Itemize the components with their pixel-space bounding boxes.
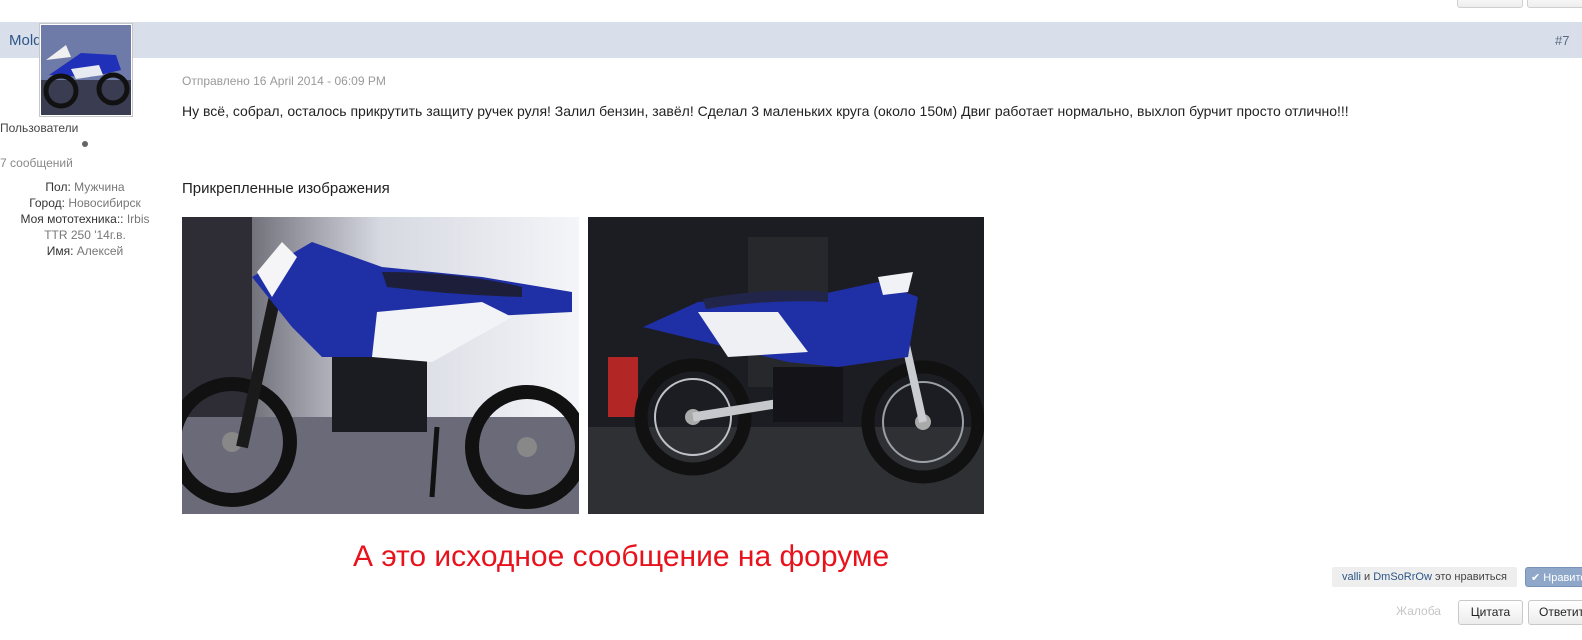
like-user-link[interactable]: valli — [1342, 571, 1361, 583]
like-user-link[interactable]: DmSoRrOw — [1373, 571, 1432, 583]
online-status-dot — [82, 141, 88, 147]
post-number-link[interactable]: #7 — [1555, 33, 1569, 48]
post-count: 7 сообщений — [0, 156, 73, 170]
attachment-image-2[interactable] — [588, 217, 984, 514]
reply-button[interactable]: Ответить — [1528, 600, 1582, 625]
profile-field-gender: Пол: Мужчина — [45, 180, 125, 194]
post-header: Moldovanin #7 — [0, 22, 1582, 58]
member-group: Пользователи — [0, 121, 79, 135]
top-button-left[interactable] — [1457, 0, 1523, 8]
attachment-image-1[interactable] — [182, 217, 579, 514]
profile-fields: Пол: Мужчина Город: Новосибирск Моя мото… — [14, 179, 156, 259]
attachments-heading: Прикрепленные изображения — [182, 180, 390, 197]
report-link[interactable]: Жалоба — [1396, 604, 1441, 618]
profile-field-vehicle: Моя мототехника:: Irbis TTR 250 '14г.в. — [20, 212, 150, 242]
likes-summary: valli и DmSoRrOw это нравиться — [1332, 567, 1517, 587]
top-button-right[interactable] — [1527, 0, 1582, 8]
like-button[interactable]: ✔ Нравится — [1525, 567, 1582, 587]
annotation-text: А это исходное сообщение на форуме — [353, 540, 890, 573]
quote-button[interactable]: Цитата — [1458, 600, 1523, 625]
profile-field-name: Имя: Алексей — [46, 244, 124, 258]
post-date: Отправлено 16 April 2014 - 06:09 PM — [182, 74, 386, 88]
profile-field-city: Город: Новосибирск — [29, 196, 141, 210]
avatar[interactable] — [39, 23, 133, 117]
post-body: Ну всё, собрал, осталось прикрутить защи… — [182, 103, 1349, 119]
check-icon: ✔ — [1531, 572, 1541, 584]
avatar-image — [41, 25, 131, 115]
